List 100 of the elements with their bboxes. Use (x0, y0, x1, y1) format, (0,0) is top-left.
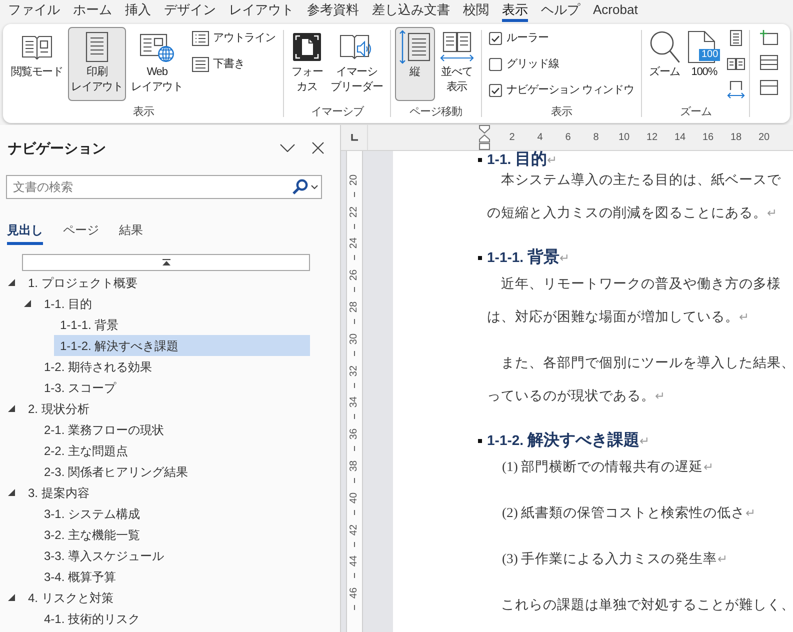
left-tab-icon[interactable] (350, 134, 358, 141)
heading-item[interactable]: 3-1. システム構成 (38, 503, 310, 524)
outline-button[interactable]: アウトライン (188, 27, 280, 49)
heading-item[interactable]: 1-2. 期待される効果 (38, 356, 310, 377)
menu-tab[interactable]: 校閲 (463, 0, 489, 22)
checkbox[interactable] (488, 58, 502, 70)
chevron-down-icon[interactable] (280, 144, 295, 152)
ruler-number: 38 (348, 460, 360, 472)
list-item-text: (1) 部門横断での情報共有の遅延↵ (502, 458, 714, 476)
document-heading: 1-1. 目的↵ (487, 151, 558, 168)
print-layout-button[interactable]: 印刷 レイアウト (68, 27, 126, 101)
open-book-icon (22, 34, 52, 60)
checkbox-label[interactable]: グリッド線 (506, 56, 559, 72)
heading-item[interactable]: 1-1-2. 解決すべき課題 (54, 335, 310, 356)
list-item-text: (3) 手作業による入力ミスの発生率↵ (502, 550, 728, 568)
ruler-number: 4 (537, 132, 543, 144)
heading-item[interactable]: 2. 現状分析 (22, 398, 310, 419)
caret-down-icon[interactable] (311, 184, 318, 190)
menu-tab[interactable]: ファイル (8, 0, 60, 22)
menu-tab[interactable]: 参考資料 (307, 0, 359, 22)
side-to-side-button[interactable]: 並べて 表示 (436, 27, 477, 101)
ruler-number: 32 (348, 365, 360, 376)
close-icon[interactable] (312, 142, 324, 154)
zoom-button[interactable]: ズーム (646, 27, 684, 101)
ruler-number: 26 (348, 270, 360, 281)
pane-tab[interactable]: ページ (63, 218, 99, 245)
menu-tab[interactable]: 挿入 (125, 0, 151, 22)
menu-tab[interactable]: Acrobat (593, 0, 638, 22)
draft-button[interactable]: 下書き (188, 53, 280, 75)
ribbon-group-label: 表示 (550, 105, 572, 120)
ruler-number: 20 (348, 174, 360, 186)
checkbox-label[interactable]: ルーラー (506, 30, 548, 46)
stacked-windows-icon[interactable] (760, 55, 778, 70)
heading-item[interactable]: 1-1. 目的 (38, 293, 310, 314)
pane-tab[interactable]: 結果 (119, 218, 143, 245)
body-paragraph: 本システム導入の主たる目的は、紙ベースで の短縮と入力ミスの削減を図ることにある。↵ (487, 171, 781, 222)
indent-marker-icon[interactable] (479, 125, 490, 150)
ruler-number: 36 (348, 428, 360, 440)
immersive-reader-button[interactable]: イマーシ ブリーダー (328, 27, 386, 101)
page-width-icon[interactable] (727, 81, 746, 99)
expanded-triangle-icon[interactable] (8, 489, 15, 496)
square-marker-icon (478, 256, 482, 260)
checkbox[interactable] (488, 84, 502, 96)
ruler-number: 34 (348, 396, 360, 408)
ruler-number: 40 (348, 492, 360, 504)
heading-item[interactable]: 1. プロジェクト概要 (22, 272, 310, 293)
expanded-triangle-icon[interactable] (8, 279, 15, 286)
heading-item[interactable]: 3-4. 概算予算 (38, 566, 310, 587)
heading-item[interactable]: 3. 提案内容 (22, 482, 310, 503)
ruler-number: 18 (730, 132, 742, 144)
body-paragraph: 近年、リモートワークの普及や働き方の多様 は、対応が困難な場面が増加している。↵ (487, 275, 781, 326)
two-pages-icon[interactable] (727, 58, 746, 70)
menu-tab[interactable]: デザイン (164, 0, 216, 22)
page-icon[interactable] (730, 30, 742, 46)
heading-item[interactable]: 2-2. 主な問題点 (38, 440, 310, 461)
split-window-icon[interactable] (760, 80, 778, 95)
heading-item[interactable]: 3-3. 導入スケジュール (38, 545, 310, 566)
pane-tab[interactable]: 見出し (7, 218, 43, 245)
heading-item[interactable]: 2-3. 関係者ヒアリング結果 (38, 461, 310, 482)
ruler-number: 14 (674, 132, 686, 144)
web-layout-button[interactable]: Web レイアウト (128, 27, 186, 101)
ruler-number: 46 (348, 588, 360, 599)
vertical-button[interactable]: 縦 (394, 27, 435, 101)
ribbon-group-label: イマーシブ (310, 105, 364, 120)
ruler-number: 12 (646, 132, 658, 144)
ruler-number: 28 (348, 302, 360, 313)
read-mode-button[interactable]: 閲覧モード (8, 27, 66, 101)
book-speaker-icon (340, 33, 374, 61)
menu-tab[interactable]: ホーム (73, 0, 112, 22)
square-marker-icon (478, 158, 482, 162)
search-icon[interactable] (292, 179, 308, 195)
ruler-number: 16 (702, 132, 714, 144)
expanded-triangle-icon[interactable] (8, 594, 15, 601)
window-plus-icon[interactable] (760, 30, 778, 45)
search-field[interactable]: 文書の検索 (6, 175, 322, 199)
focus-button[interactable]: フォー カス (288, 27, 326, 101)
checkbox[interactable] (488, 32, 502, 44)
expanded-triangle-icon[interactable] (24, 300, 31, 307)
heading-item[interactable]: 1-1-1. 背景 (54, 314, 310, 335)
page-lines-icon (192, 56, 210, 72)
heading-item[interactable]: 2-1. 業務フローの現状 (38, 419, 310, 440)
pane-title: ナビゲーション (8, 138, 107, 158)
ruler-number: 10 (618, 132, 630, 144)
heading-item[interactable]: 4-1. 技術的リスク (38, 608, 310, 629)
menu-tab[interactable]: レイアウト (229, 0, 294, 22)
page-globe-icon (140, 32, 174, 62)
heading-item[interactable]: 4. リスクと対策 (22, 587, 310, 608)
checkbox-label[interactable]: ナビゲーション ウィンドウ (506, 82, 634, 98)
page-vertical-arrow-icon (399, 30, 430, 64)
expanded-triangle-icon[interactable] (8, 405, 15, 412)
ruler-number: 20 (758, 132, 770, 144)
list-item-text: (2) 紙書類の保管コストと検索性の低さ↵ (502, 504, 756, 522)
menu-tab[interactable]: ヘルプ (541, 0, 580, 22)
two-pages-arrow-icon (440, 32, 474, 62)
heading-item[interactable]: 3-2. 主な機能一覧 (38, 524, 310, 545)
ruler-number: 8 (593, 132, 599, 144)
zoom-100-button[interactable]: 100 100% (685, 27, 724, 101)
ruler-number: 2 (509, 132, 515, 144)
heading-item[interactable]: 1-3. スコープ (38, 377, 310, 398)
menu-tab[interactable]: 差し込み文書 (372, 0, 450, 22)
